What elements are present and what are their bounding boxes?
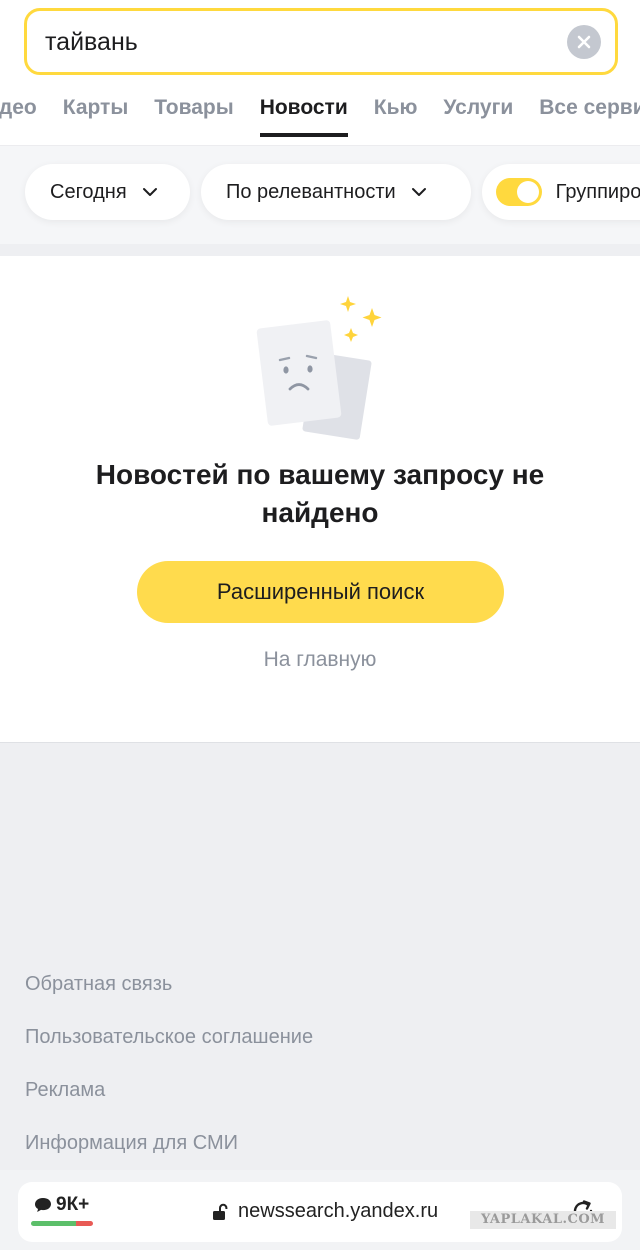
unlocked-padlock-icon (213, 1203, 228, 1220)
close-icon (577, 35, 591, 49)
service-tabs: идео Карты Товары Новости Кью Услуги Все… (0, 80, 640, 146)
tab-services[interactable]: Услуги (443, 96, 513, 137)
group-toggle[interactable]: Группировать (482, 164, 640, 220)
footer-link-advertising[interactable]: Реклама (25, 1079, 105, 1102)
search-input[interactable] (45, 24, 545, 60)
sad-document-icon (256, 296, 382, 440)
tab-products[interactable]: Товары (154, 96, 233, 137)
empty-state: Новостей по вашему запросу не найдено Ра… (0, 256, 640, 742)
filters-bar: Сегодня По релевантности Группировать (0, 146, 640, 244)
footer-link-feedback[interactable]: Обратная связь (25, 973, 172, 996)
sort-filter[interactable]: По релевантности (201, 164, 471, 220)
url-text: newssearch.yandex.ru (238, 1200, 439, 1222)
comments-counter[interactable]: 9К+ (34, 1194, 89, 1216)
period-filter[interactable]: Сегодня (25, 164, 190, 220)
rating-bar (31, 1221, 93, 1226)
clear-search-button[interactable] (567, 25, 601, 59)
watermark: YAPLAKAL.COM (470, 1211, 616, 1229)
period-filter-label: Сегодня (50, 180, 127, 203)
tab-all-services[interactable]: Все сервисы (539, 96, 640, 137)
tab-video[interactable]: идео (0, 96, 37, 137)
group-toggle-label: Группировать (555, 180, 640, 203)
tab-maps[interactable]: Карты (63, 96, 129, 137)
url-display[interactable]: newssearch.yandex.ru (212, 1200, 438, 1223)
browser-bottom-bar: 9К+ newssearch.yandex.ru (0, 1170, 640, 1250)
advanced-search-button[interactable]: Расширенный поиск (137, 561, 504, 623)
section-gap (0, 244, 640, 256)
tab-news[interactable]: Новости (259, 96, 348, 137)
footer-link-user-agreement[interactable]: Пользовательское соглашение (25, 1026, 313, 1049)
tab-q[interactable]: Кью (374, 96, 418, 137)
search-bar[interactable] (24, 8, 618, 75)
empty-state-title: Новостей по вашему запросу не найдено (95, 459, 545, 528)
comment-bubble-icon (35, 1198, 51, 1212)
sort-filter-label: По релевантности (226, 180, 396, 203)
chevron-down-icon (411, 188, 426, 196)
footer: Обратная связь Пользовательское соглашен… (0, 743, 640, 1173)
footer-link-media-info[interactable]: Информация для СМИ (25, 1132, 238, 1155)
chevron-down-icon (142, 188, 157, 196)
toggle-switch[interactable] (496, 178, 542, 206)
home-link[interactable]: На главную (0, 648, 640, 672)
comments-count: 9К+ (56, 1194, 90, 1215)
